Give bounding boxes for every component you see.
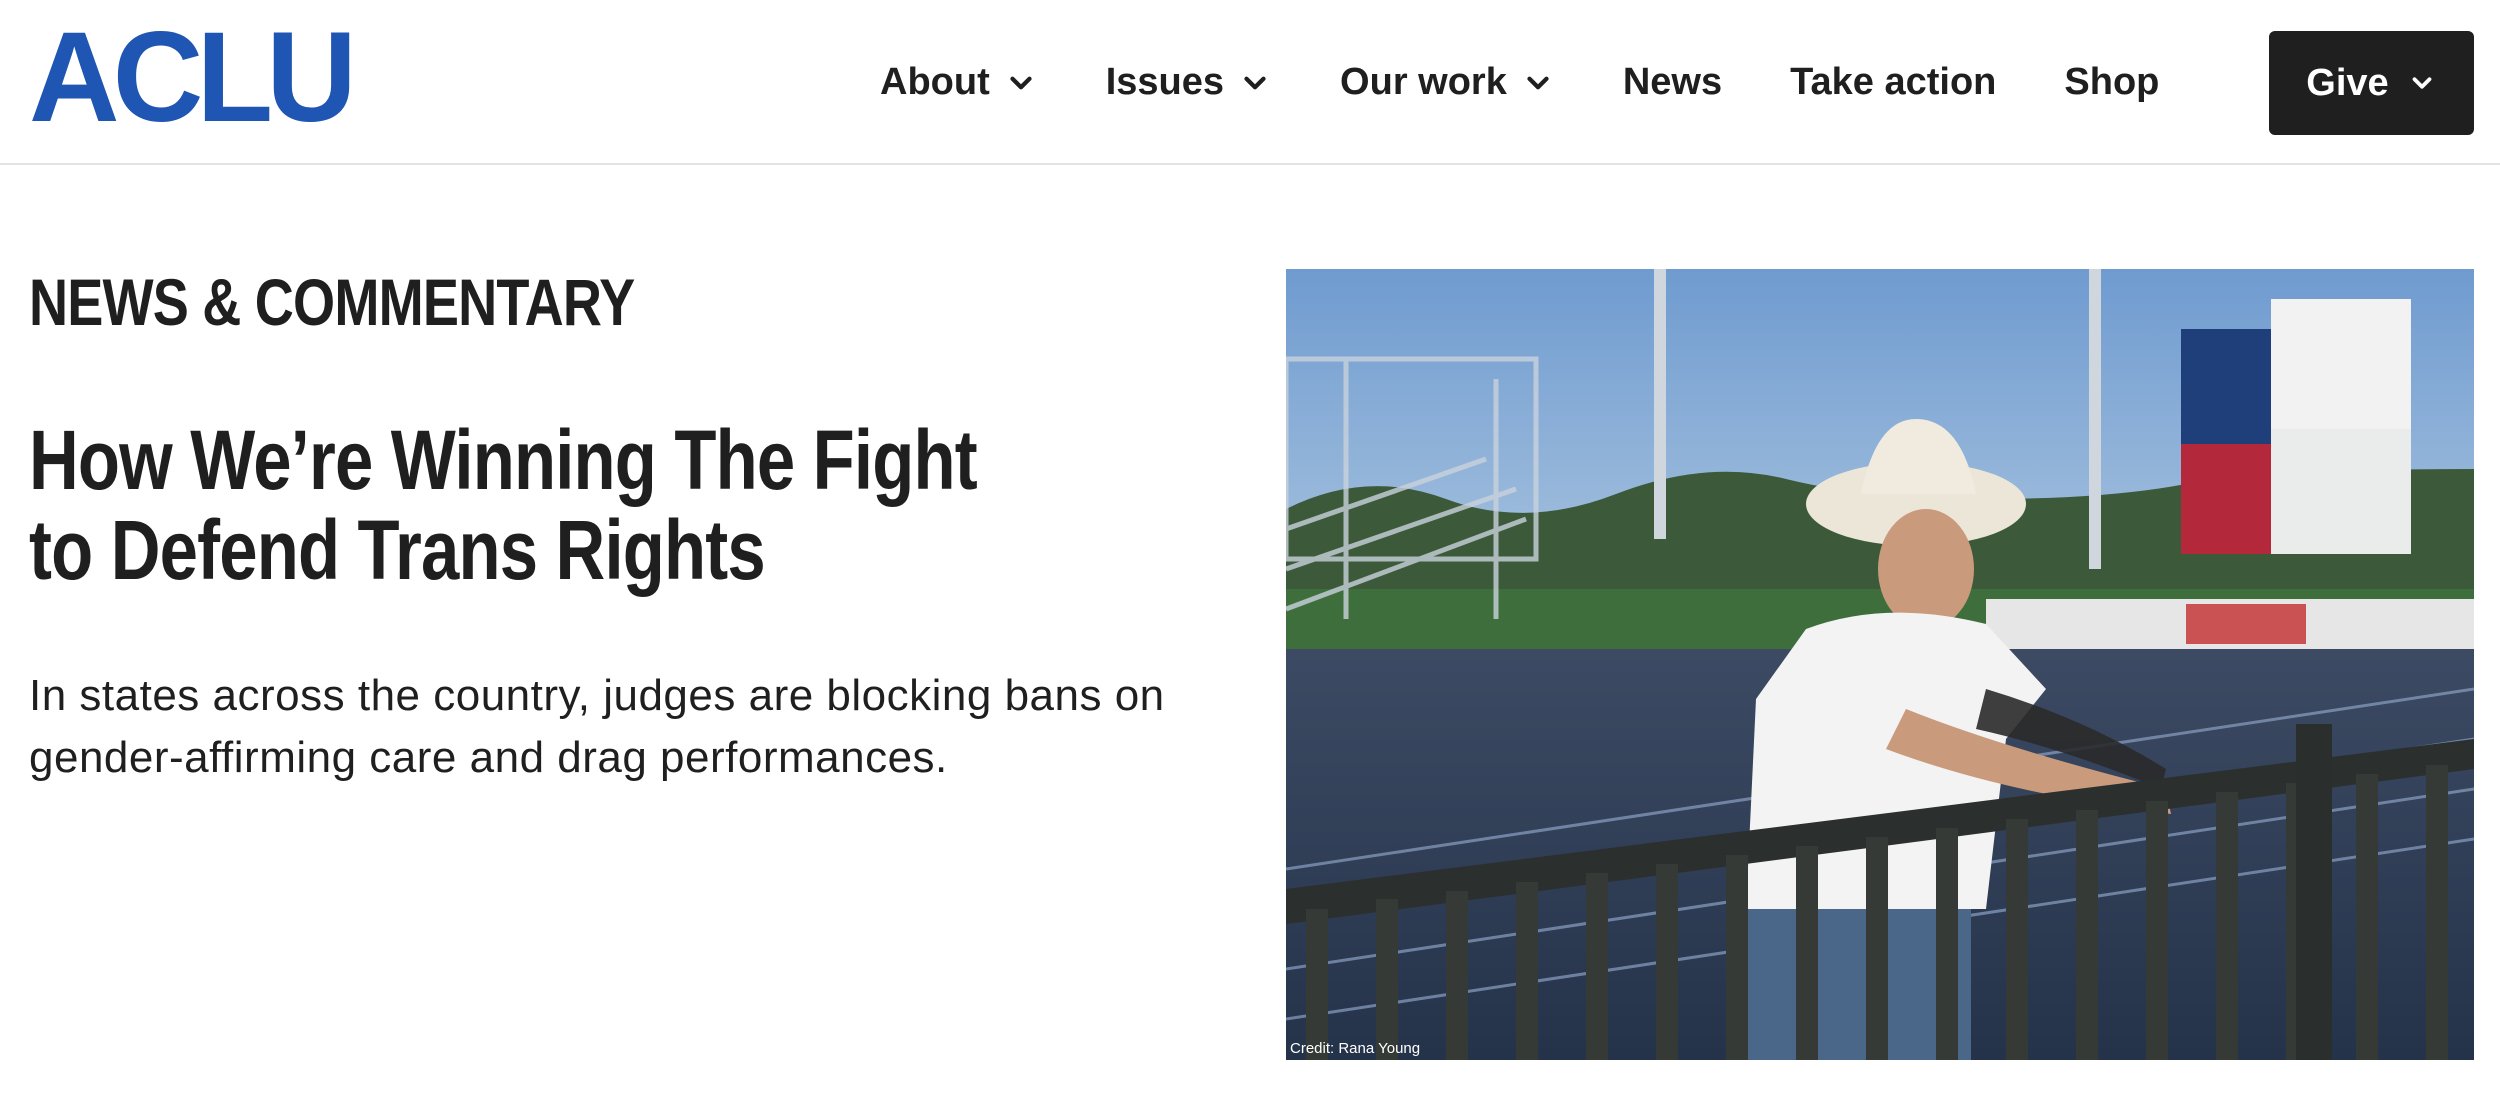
nav-shop-label: Shop: [2064, 61, 2160, 103]
give-label: Give: [2306, 61, 2389, 104]
chevron-down-icon: [2407, 68, 2437, 98]
nav-about[interactable]: About: [880, 61, 1038, 104]
nav-take-action-label: Take action: [1790, 61, 1997, 103]
nav-news-label: News: [1622, 61, 1723, 103]
main-nav: About Issues Our work News Take action S…: [880, 0, 2227, 165]
nav-news[interactable]: News: [1623, 61, 1722, 104]
nav-take-action[interactable]: Take action: [1790, 61, 1996, 104]
article-subhead: In states across the country, judges are…: [29, 671, 1165, 782]
nav-about-label: About: [880, 61, 990, 103]
chevron-down-icon: [1004, 66, 1038, 100]
photo-credit: Credit: Rana Young: [1290, 1040, 1421, 1057]
section-label[interactable]: NEWS & COMMENTARY: [29, 262, 635, 342]
give-button[interactable]: Give: [2269, 31, 2474, 135]
nav-our-work[interactable]: Our work: [1340, 61, 1555, 104]
article-headline[interactable]: How We’re Winning The Fight to Defend Tr…: [29, 415, 1054, 595]
aclu-logo[interactable]: ACLU: [29, 14, 357, 142]
site-header: ACLU About Issues Our work News Take act…: [0, 0, 2500, 165]
chevron-down-icon: [1521, 66, 1555, 100]
nav-our-work-label: Our work: [1340, 61, 1507, 103]
nav-shop[interactable]: Shop: [2064, 61, 2159, 104]
nav-issues-label: Issues: [1105, 61, 1225, 103]
chevron-down-icon: [1238, 66, 1272, 100]
nav-issues[interactable]: Issues: [1106, 61, 1272, 104]
hero-photo[interactable]: [1286, 269, 2474, 1060]
hero-photo-illustration: [1286, 269, 2474, 1060]
